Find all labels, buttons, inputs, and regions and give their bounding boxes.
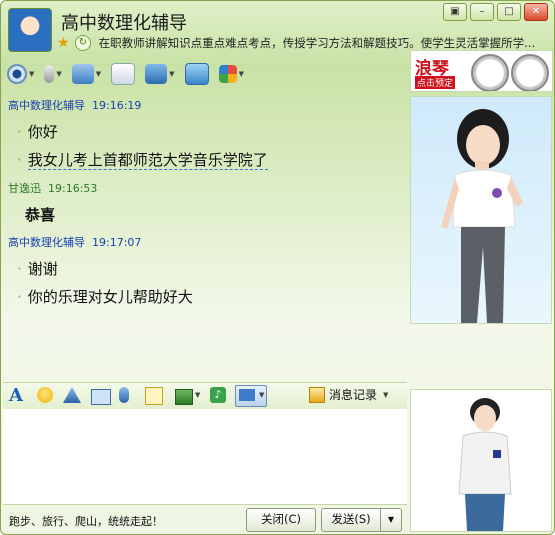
message-header: 甘逸迅 19:16:53: [8, 180, 97, 196]
chevron-down-icon[interactable]: ▼: [29, 70, 34, 78]
girl-avatar-illustration: [441, 109, 523, 323]
monitor-icon: [145, 64, 168, 84]
remote-assist-button[interactable]: ▼: [145, 64, 175, 84]
message-time: 19:16:53: [48, 182, 98, 195]
contact-avatar[interactable]: [8, 8, 52, 52]
status-text: 跑步、旅行、爬山，统统走起！: [9, 515, 163, 528]
message-header: 高中数理化辅导 19:17:07: [8, 234, 141, 250]
sender-name: 高中数理化辅导: [8, 236, 85, 249]
watch-icon: [511, 54, 549, 91]
self-show-panel: [410, 389, 552, 532]
chevron-down-icon[interactable]: ▼: [383, 391, 388, 399]
note-icon[interactable]: [145, 387, 163, 405]
send-button[interactable]: 发送(S): [321, 508, 381, 532]
screenshot-icon: [239, 389, 255, 401]
refresh-icon[interactable]: ↻: [74, 35, 91, 51]
chevron-down-icon[interactable]: ▼: [239, 70, 244, 78]
chevron-down-icon: ▼: [259, 391, 265, 399]
voice-call-button[interactable]: ▼: [44, 65, 62, 83]
microphone-icon: [44, 65, 55, 83]
font-icon[interactable]: A: [9, 387, 23, 405]
minimize-button[interactable]: –: [470, 3, 494, 21]
video-call-button[interactable]: ▼: [7, 64, 34, 84]
shake-icon[interactable]: [63, 387, 81, 403]
chat-window: 高中数理化辅导 ★ ↻ 在职教师讲解知识点重点难点考点，传授学习方法和解题技巧。…: [0, 0, 555, 535]
close-window-button[interactable]: ✕: [524, 3, 548, 21]
chevron-down-icon[interactable]: ▼: [96, 70, 101, 78]
ad-banner[interactable]: 浪琴 点击预定: [410, 50, 553, 92]
message-line: 恭喜: [25, 206, 56, 224]
message-line: 你的乐理对女儿帮助好大: [17, 286, 193, 307]
message-input[interactable]: [3, 409, 407, 505]
screenshot-button[interactable]: ▼: [235, 385, 267, 407]
sms-button[interactable]: [111, 63, 136, 85]
history-label: 消息记录: [329, 388, 378, 402]
message-time: 19:17:07: [92, 236, 142, 249]
sender-name: 高中数理化辅导: [8, 99, 85, 112]
watch-icon: [471, 54, 509, 91]
emoji-icon[interactable]: [37, 387, 53, 403]
chevron-down-icon[interactable]: ▼: [56, 70, 61, 78]
message-history-button[interactable]: 消息记录 ▼: [309, 386, 388, 403]
boy-avatar-illustration: [458, 398, 512, 531]
send-file-button[interactable]: ▼: [71, 64, 101, 84]
share-screen-button[interactable]: [184, 63, 209, 85]
top-toolbar: ▼ ▼ ▼ ▼ ▼: [7, 59, 244, 89]
apps-button[interactable]: ▼: [218, 65, 244, 83]
message-history: 高中数理化辅导 19:16:19 你好 我女儿考上首都师范大学音乐学院了 甘逸迅…: [3, 92, 407, 380]
window-controls: ▣ – □ ✕: [443, 3, 548, 21]
send-options-button[interactable]: ▼: [380, 508, 402, 532]
voice-message-icon[interactable]: [119, 387, 129, 403]
screen-share-icon: [184, 63, 209, 85]
close-button[interactable]: 关闭(C): [246, 508, 316, 532]
contact-signature: 在职教师讲解知识点重点难点考点，传授学习方法和解题技巧。使学生灵活掌握所学...: [98, 36, 536, 50]
message-line: 你好: [17, 121, 58, 142]
skin-button[interactable]: ▣: [443, 3, 467, 21]
message-header: 高中数理化辅导 19:16:19: [8, 97, 141, 113]
sender-name: 甘逸迅: [8, 182, 41, 195]
chevron-down-icon[interactable]: ▼: [195, 391, 200, 399]
message-line-text[interactable]: 我女儿考上首都师范大学音乐学院了: [27, 151, 268, 170]
music-icon[interactable]: ♪: [210, 387, 226, 403]
star-icon[interactable]: ★: [57, 36, 71, 50]
image-icon[interactable]: [175, 389, 193, 405]
chevron-down-icon: ▼: [387, 515, 395, 524]
message-bubble-icon: [111, 63, 136, 85]
window-title: 高中数理化辅导: [61, 13, 187, 34]
chevron-down-icon[interactable]: ▼: [169, 70, 174, 78]
ad-tagline: 点击预定: [415, 76, 456, 89]
message-line: 我女儿考上首都师范大学音乐学院了: [17, 149, 268, 170]
message-time: 19:16:19: [92, 99, 142, 112]
webcam-icon: [7, 64, 27, 84]
video-clip-icon[interactable]: [91, 389, 111, 405]
folder-icon: [71, 64, 94, 84]
history-icon: [309, 386, 325, 403]
maximize-button[interactable]: □: [497, 3, 521, 21]
contact-show-panel: [410, 96, 552, 324]
message-line: 谢谢: [17, 258, 58, 279]
apps-grid-icon: [218, 65, 237, 83]
